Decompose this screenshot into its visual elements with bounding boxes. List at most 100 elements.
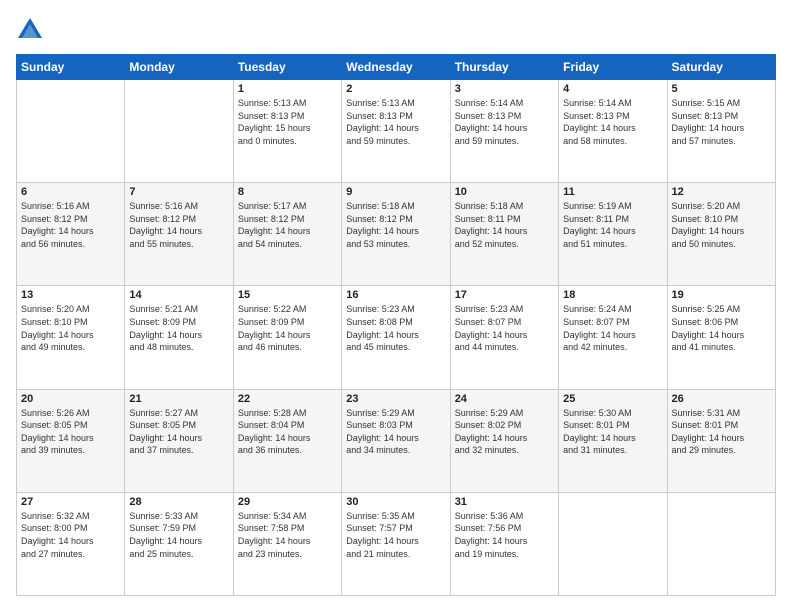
day-number: 3 bbox=[455, 83, 554, 95]
day-info: Sunrise: 5:23 AM Sunset: 8:07 PM Dayligh… bbox=[455, 303, 554, 353]
calendar-cell: 26 Sunrise: 5:31 AM Sunset: 8:01 PM Dayli… bbox=[667, 389, 775, 492]
day-number: 23 bbox=[346, 393, 445, 405]
calendar-week-row: 13Sunrise: 5:20 AM Sunset: 8:10 PM Dayli… bbox=[17, 286, 776, 389]
day-info: Sunrise: 5:13 AM Sunset: 8:13 PM Dayligh… bbox=[238, 97, 337, 147]
calendar-cell bbox=[667, 492, 775, 595]
day-info: Sunrise: 5:15 AM Sunset: 8:13 PM Dayligh… bbox=[672, 97, 771, 147]
calendar-cell: 25Sunrise: 5:30 AM Sunset: 8:01 PM Dayli… bbox=[559, 389, 667, 492]
weekday-header-row: SundayMondayTuesdayWednesdayThursdayFrid… bbox=[17, 55, 776, 80]
calendar-cell: 27 Sunrise: 5:32 AM Sunset: 8:00 PM Dayli… bbox=[17, 492, 125, 595]
calendar-cell: 9Sunrise: 5:18 AM Sunset: 8:12 PM Daylig… bbox=[342, 183, 450, 286]
calendar-cell bbox=[559, 492, 667, 595]
day-info: Sunrise: 5:26 AM Sunset: 8:05 PM Dayligh… bbox=[21, 407, 120, 457]
weekday-header: Thursday bbox=[450, 55, 558, 80]
calendar-cell: 29 Sunrise: 5:34 AM Sunset: 7:58 PM Dayli… bbox=[233, 492, 341, 595]
calendar-week-row: 1 Sunrise: 5:13 AM Sunset: 8:13 PM Daylig… bbox=[17, 80, 776, 183]
calendar-cell: 17 Sunrise: 5:23 AM Sunset: 8:07 PM Dayli… bbox=[450, 286, 558, 389]
calendar-cell: 2 Sunrise: 5:13 AM Sunset: 8:13 PM Daylig… bbox=[342, 80, 450, 183]
calendar-cell bbox=[125, 80, 233, 183]
weekday-header: Wednesday bbox=[342, 55, 450, 80]
day-info: Sunrise: 5:25 AM Sunset: 8:06 PM Dayligh… bbox=[672, 303, 771, 353]
day-info: Sunrise: 5:14 AM Sunset: 8:13 PM Dayligh… bbox=[455, 97, 554, 147]
day-info: Sunrise: 5:18 AM Sunset: 8:12 PM Dayligh… bbox=[346, 200, 445, 250]
day-number: 27 bbox=[21, 496, 120, 508]
calendar-cell: 16Sunrise: 5:23 AM Sunset: 8:08 PM Dayli… bbox=[342, 286, 450, 389]
day-number: 26 bbox=[672, 393, 771, 405]
calendar-cell: 23Sunrise: 5:29 AM Sunset: 8:03 PM Dayli… bbox=[342, 389, 450, 492]
calendar-cell: 10 Sunrise: 5:18 AM Sunset: 8:11 PM Dayli… bbox=[450, 183, 558, 286]
calendar-cell: 24Sunrise: 5:29 AM Sunset: 8:02 PM Dayli… bbox=[450, 389, 558, 492]
day-info: Sunrise: 5:23 AM Sunset: 8:08 PM Dayligh… bbox=[346, 303, 445, 353]
day-number: 1 bbox=[238, 83, 337, 95]
day-number: 4 bbox=[563, 83, 662, 95]
calendar-cell: 4 Sunrise: 5:14 AM Sunset: 8:13 PM Daylig… bbox=[559, 80, 667, 183]
calendar-cell: 14 Sunrise: 5:21 AM Sunset: 8:09 PM Dayli… bbox=[125, 286, 233, 389]
day-number: 5 bbox=[672, 83, 771, 95]
day-number: 14 bbox=[129, 289, 228, 301]
calendar-cell: 8 Sunrise: 5:17 AM Sunset: 8:12 PM Daylig… bbox=[233, 183, 341, 286]
day-info: Sunrise: 5:16 AM Sunset: 8:12 PM Dayligh… bbox=[21, 200, 120, 250]
weekday-header: Monday bbox=[125, 55, 233, 80]
day-info: Sunrise: 5:24 AM Sunset: 8:07 PM Dayligh… bbox=[563, 303, 662, 353]
logo bbox=[16, 16, 48, 44]
calendar-table: SundayMondayTuesdayWednesdayThursdayFrid… bbox=[16, 54, 776, 596]
day-number: 2 bbox=[346, 83, 445, 95]
day-info: Sunrise: 5:14 AM Sunset: 8:13 PM Dayligh… bbox=[563, 97, 662, 147]
day-number: 20 bbox=[21, 393, 120, 405]
day-number: 30 bbox=[346, 496, 445, 508]
day-number: 21 bbox=[129, 393, 228, 405]
calendar-cell: 11Sunrise: 5:19 AM Sunset: 8:11 PM Dayli… bbox=[559, 183, 667, 286]
calendar-cell: 3 Sunrise: 5:14 AM Sunset: 8:13 PM Daylig… bbox=[450, 80, 558, 183]
day-number: 10 bbox=[455, 186, 554, 198]
calendar-cell: 28Sunrise: 5:33 AM Sunset: 7:59 PM Dayli… bbox=[125, 492, 233, 595]
calendar-week-row: 27 Sunrise: 5:32 AM Sunset: 8:00 PM Dayli… bbox=[17, 492, 776, 595]
day-number: 18 bbox=[563, 289, 662, 301]
day-number: 22 bbox=[238, 393, 337, 405]
day-info: Sunrise: 5:18 AM Sunset: 8:11 PM Dayligh… bbox=[455, 200, 554, 250]
day-info: Sunrise: 5:32 AM Sunset: 8:00 PM Dayligh… bbox=[21, 510, 120, 560]
day-info: Sunrise: 5:36 AM Sunset: 7:56 PM Dayligh… bbox=[455, 510, 554, 560]
logo-icon bbox=[16, 16, 44, 44]
calendar-page: SundayMondayTuesdayWednesdayThursdayFrid… bbox=[0, 0, 792, 612]
day-info: Sunrise: 5:20 AM Sunset: 8:10 PM Dayligh… bbox=[21, 303, 120, 353]
day-number: 29 bbox=[238, 496, 337, 508]
day-info: Sunrise: 5:27 AM Sunset: 8:05 PM Dayligh… bbox=[129, 407, 228, 457]
day-number: 25 bbox=[563, 393, 662, 405]
day-info: Sunrise: 5:21 AM Sunset: 8:09 PM Dayligh… bbox=[129, 303, 228, 353]
weekday-header: Saturday bbox=[667, 55, 775, 80]
calendar-cell: 7 Sunrise: 5:16 AM Sunset: 8:12 PM Daylig… bbox=[125, 183, 233, 286]
calendar-cell: 19 Sunrise: 5:25 AM Sunset: 8:06 PM Dayli… bbox=[667, 286, 775, 389]
calendar-cell: 22 Sunrise: 5:28 AM Sunset: 8:04 PM Dayli… bbox=[233, 389, 341, 492]
day-info: Sunrise: 5:22 AM Sunset: 8:09 PM Dayligh… bbox=[238, 303, 337, 353]
calendar-cell: 5 Sunrise: 5:15 AM Sunset: 8:13 PM Daylig… bbox=[667, 80, 775, 183]
day-number: 12 bbox=[672, 186, 771, 198]
day-number: 31 bbox=[455, 496, 554, 508]
day-info: Sunrise: 5:13 AM Sunset: 8:13 PM Dayligh… bbox=[346, 97, 445, 147]
calendar-cell: 31 Sunrise: 5:36 AM Sunset: 7:56 PM Dayli… bbox=[450, 492, 558, 595]
header bbox=[16, 16, 776, 44]
weekday-header: Friday bbox=[559, 55, 667, 80]
calendar-cell: 20 Sunrise: 5:26 AM Sunset: 8:05 PM Dayli… bbox=[17, 389, 125, 492]
day-number: 7 bbox=[129, 186, 228, 198]
calendar-cell: 30 Sunrise: 5:35 AM Sunset: 7:57 PM Dayli… bbox=[342, 492, 450, 595]
day-info: Sunrise: 5:17 AM Sunset: 8:12 PM Dayligh… bbox=[238, 200, 337, 250]
day-number: 6 bbox=[21, 186, 120, 198]
calendar-cell: 18 Sunrise: 5:24 AM Sunset: 8:07 PM Dayli… bbox=[559, 286, 667, 389]
day-info: Sunrise: 5:28 AM Sunset: 8:04 PM Dayligh… bbox=[238, 407, 337, 457]
day-number: 17 bbox=[455, 289, 554, 301]
calendar-cell: 12 Sunrise: 5:20 AM Sunset: 8:10 PM Dayli… bbox=[667, 183, 775, 286]
day-info: Sunrise: 5:34 AM Sunset: 7:58 PM Dayligh… bbox=[238, 510, 337, 560]
day-info: Sunrise: 5:33 AM Sunset: 7:59 PM Dayligh… bbox=[129, 510, 228, 560]
calendar-week-row: 6 Sunrise: 5:16 AM Sunset: 8:12 PM Daylig… bbox=[17, 183, 776, 286]
calendar-cell: 6 Sunrise: 5:16 AM Sunset: 8:12 PM Daylig… bbox=[17, 183, 125, 286]
day-info: Sunrise: 5:20 AM Sunset: 8:10 PM Dayligh… bbox=[672, 200, 771, 250]
day-number: 24 bbox=[455, 393, 554, 405]
day-info: Sunrise: 5:35 AM Sunset: 7:57 PM Dayligh… bbox=[346, 510, 445, 560]
day-number: 11 bbox=[563, 186, 662, 198]
day-info: Sunrise: 5:16 AM Sunset: 8:12 PM Dayligh… bbox=[129, 200, 228, 250]
day-info: Sunrise: 5:31 AM Sunset: 8:01 PM Dayligh… bbox=[672, 407, 771, 457]
calendar-week-row: 20 Sunrise: 5:26 AM Sunset: 8:05 PM Dayli… bbox=[17, 389, 776, 492]
calendar-cell bbox=[17, 80, 125, 183]
day-number: 8 bbox=[238, 186, 337, 198]
day-number: 19 bbox=[672, 289, 771, 301]
